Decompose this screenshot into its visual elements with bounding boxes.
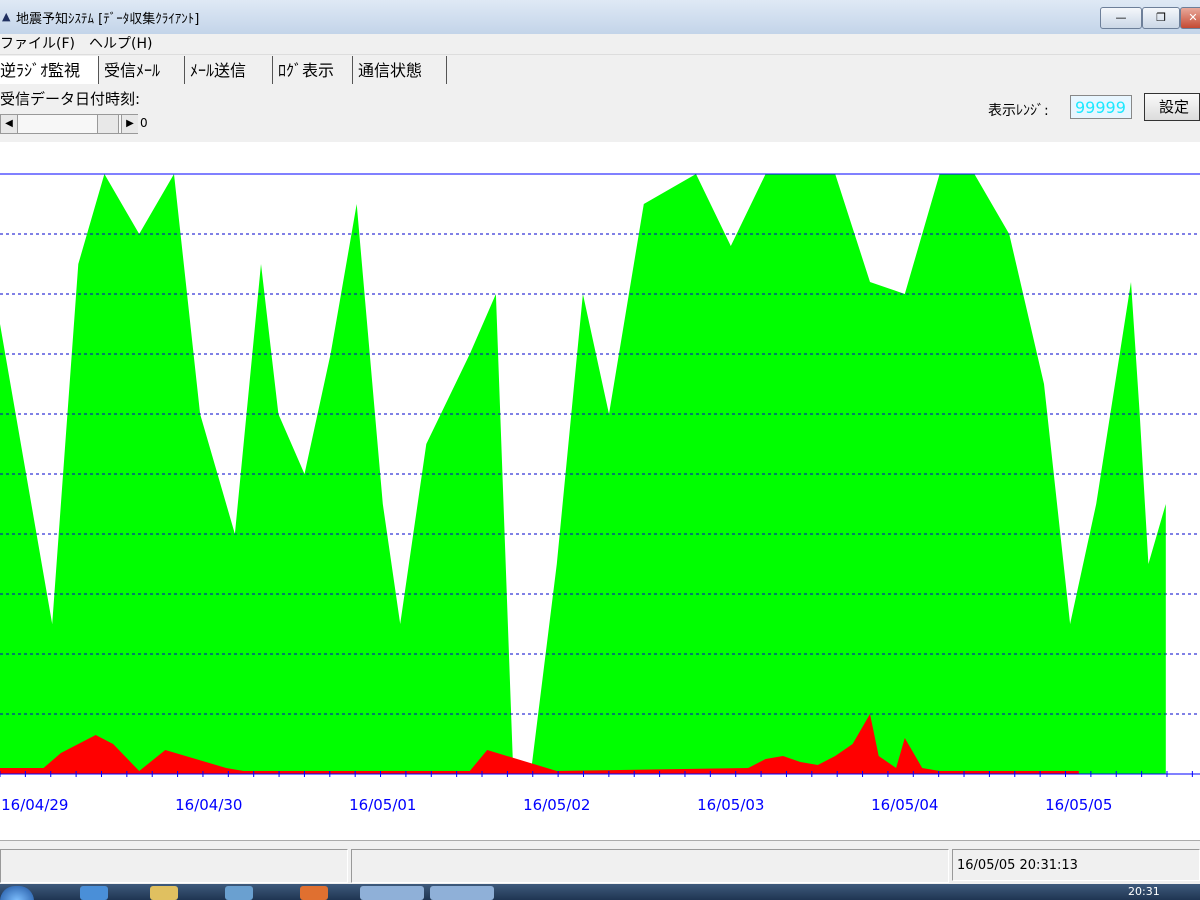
tab-strip: 逆ﾗｼﾞｵ監視 受信ﾒｰﾙ ﾒｰﾙ送信 ﾛｸﾞ表示 通信状態	[0, 56, 1200, 86]
minimize-button[interactable]: —	[1100, 7, 1142, 29]
taskbar: 20:31	[0, 884, 1200, 900]
app-icon: ▲	[2, 10, 11, 23]
display-range-input[interactable]	[1070, 95, 1132, 119]
tab-reverse-radio-monitor[interactable]: 逆ﾗｼﾞｵ監視	[0, 56, 99, 84]
menu-file[interactable]: ファイル(F)	[0, 34, 75, 54]
set-button[interactable]: 設定	[1144, 93, 1200, 121]
menu-help[interactable]: ヘルプ(H)	[89, 34, 152, 54]
start-button[interactable]	[0, 886, 34, 900]
scroll-thumb[interactable]	[97, 115, 119, 133]
status-panel-1	[0, 849, 348, 883]
scroll-value: 0	[140, 116, 148, 130]
received-datetime-label: 受信データ日付時刻:	[0, 90, 141, 108]
maximize-button[interactable]: ❐	[1142, 7, 1180, 29]
title-bar: ▲ 地震予知ｼｽﾃﾑ [ﾃﾞｰﾀ収集ｸﾗｲｱﾝﾄ] — ❐ ✕	[0, 0, 1200, 35]
tab-comm-status[interactable]: 通信状態	[358, 56, 447, 84]
taskbar-app-window-2[interactable]	[430, 886, 494, 900]
display-range-label: 表示ﾚﾝｼﾞ:	[988, 103, 1049, 119]
status-timestamp: 16/05/05 20:31:13	[952, 849, 1200, 881]
tab-send-mail[interactable]: ﾒｰﾙ送信	[190, 56, 273, 84]
scroll-left-arrow-icon[interactable]: ◀	[1, 115, 18, 133]
taskbar-app-window[interactable]	[360, 886, 424, 900]
tab-received-mail[interactable]: 受信ﾒｰﾙ	[104, 56, 185, 84]
folder-icon[interactable]	[150, 886, 178, 900]
app-launcher-icon[interactable]	[300, 886, 328, 900]
taskbar-clock: 20:31	[1128, 885, 1160, 898]
x-tick-label: 16/04/29	[1, 796, 68, 814]
time-scrollbar[interactable]: ◀ ▶	[0, 114, 138, 134]
window-title: 地震予知ｼｽﾃﾑ [ﾃﾞｰﾀ収集ｸﾗｲｱﾝﾄ]	[16, 12, 200, 27]
close-button[interactable]: ✕	[1180, 7, 1200, 29]
x-tick-label: 16/05/05	[1045, 796, 1112, 814]
status-bar: 16/05/05 20:31:13	[0, 840, 1200, 885]
status-panel-2	[351, 849, 949, 883]
menu-bar: ファイル(F) ヘルプ(H)	[0, 34, 1200, 55]
x-tick-label: 16/05/01	[349, 796, 416, 814]
x-tick-label: 16/05/03	[697, 796, 764, 814]
x-tick-label: 16/05/02	[523, 796, 590, 814]
tab-log-view[interactable]: ﾛｸﾞ表示	[278, 56, 353, 84]
x-tick-label: 16/05/04	[871, 796, 938, 814]
scroll-right-arrow-icon[interactable]: ▶	[121, 115, 138, 133]
x-tick-label: 16/04/30	[175, 796, 242, 814]
browser-icon[interactable]	[80, 886, 108, 900]
signal-chart-svg: 16/04/29 16/04/30 16/05/01 16/05/02 16/05/03…	[0, 173, 1200, 814]
signal-chart: 16/04/29 16/04/30 16/05/01 16/05/02 16/05/03…	[0, 142, 1200, 840]
media-icon[interactable]	[225, 886, 253, 900]
